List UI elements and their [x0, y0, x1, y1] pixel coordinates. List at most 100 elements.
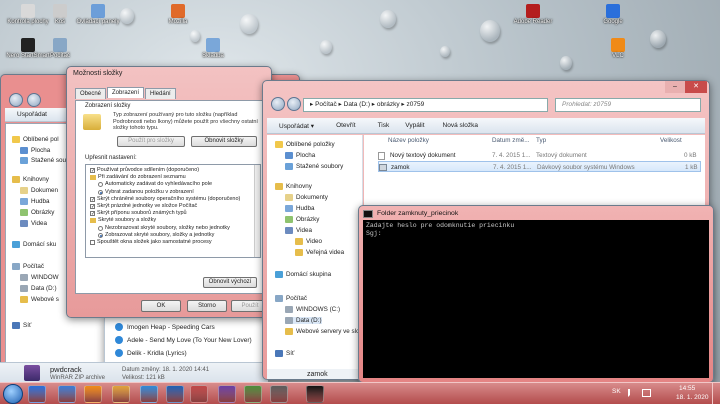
nav-libraries[interactable]: Knihovny — [12, 176, 49, 183]
desktop-icon[interactable]: Mozilla — [150, 4, 206, 26]
setting-row[interactable]: ✓ Skrýt chráněné soubory operačního systé… — [90, 196, 260, 203]
taskbar-app-icon[interactable] — [28, 385, 46, 403]
setting-row[interactable]: Spouštět okna složek jako samostatné pro… — [90, 239, 260, 246]
nav-homegroup[interactable]: Domácí skupina — [275, 271, 331, 278]
start-button[interactable] — [3, 384, 23, 404]
nav-music[interactable]: Hudba — [285, 205, 315, 212]
file-row[interactable]: Nový textový dokument 7. 4. 2015 1... Te… — [378, 150, 701, 161]
tab-general[interactable]: Obecné — [75, 88, 107, 99]
nav-computer[interactable]: Počítač — [12, 263, 44, 270]
console-window[interactable]: Folder zamknuty_priecinok Zadajte heslo … — [358, 205, 714, 383]
back-button[interactable] — [271, 97, 285, 111]
nav-web-servers[interactable]: Webové servery ve slož — [285, 328, 363, 335]
column-name[interactable]: Název položky — [388, 137, 429, 144]
taskbar-app-icon[interactable] — [218, 385, 236, 403]
file-row-selected[interactable]: zamok 7. 4. 2015 1... Dávkový soubor sys… — [378, 161, 701, 172]
new-folder-button[interactable]: Nová složka — [443, 122, 478, 129]
checkbox[interactable]: ✓ — [90, 196, 95, 202]
taskbar-app-icon[interactable] — [306, 385, 324, 403]
nav-music[interactable]: Hudba — [20, 198, 50, 205]
nav-desktop[interactable]: Plocha — [285, 152, 315, 159]
taskbar-app-icon[interactable] — [270, 385, 288, 403]
desktop-icon[interactable]: VLC — [590, 38, 646, 60]
nav-documents[interactable]: Dokumen — [20, 187, 58, 194]
taskbar-app-icon[interactable] — [84, 385, 102, 403]
nav-videos[interactable]: Videa — [285, 227, 312, 234]
nav-public-videos[interactable]: Veřejná videa — [295, 249, 344, 256]
nav-web-servers[interactable]: Webové s — [20, 296, 59, 303]
nav-libraries[interactable]: Knihovny — [275, 183, 312, 190]
scrollbar[interactable] — [254, 165, 260, 257]
list-item[interactable]: Adele - Send My Love (To Your New Lover) — [115, 336, 252, 344]
taskbar-app-icon[interactable] — [166, 385, 184, 403]
nav-favorites[interactable]: Oblíbené pol — [12, 136, 59, 143]
show-desktop-button[interactable] — [712, 383, 720, 404]
taskbar-app-icon[interactable] — [190, 385, 208, 403]
nav-pictures[interactable]: Obrázky — [285, 216, 319, 223]
nav-downloads[interactable]: Stažené sou — [20, 157, 66, 164]
search-input[interactable]: Prohledat: z0759 — [555, 98, 701, 112]
nav-network[interactable]: Síť — [275, 350, 294, 357]
close-button[interactable]: ✕ — [685, 81, 707, 93]
checkbox[interactable]: ✓ — [90, 211, 95, 217]
nav-network[interactable]: Síť — [12, 322, 31, 329]
cancel-button[interactable]: Storno — [187, 300, 227, 312]
nav-homegroup[interactable]: Domácí sku — [12, 241, 56, 248]
column-size[interactable]: Velikost — [660, 137, 682, 144]
back-button[interactable] — [9, 93, 23, 107]
list-item[interactable]: Imogen Heap - Speeding Cars — [115, 323, 215, 331]
checkbox[interactable]: ✓ — [90, 168, 95, 174]
nav-desktop[interactable]: Plocha — [20, 147, 50, 154]
radio-button[interactable] — [98, 232, 103, 238]
burn-button[interactable]: Vypálit — [405, 122, 424, 129]
forward-button[interactable] — [287, 97, 301, 111]
organize-button[interactable]: Uspořádat — [17, 111, 47, 118]
nav-videos[interactable]: Videa — [20, 220, 47, 227]
advanced-settings-list[interactable]: ✓ Používat průvodce sdílením (doporučeno)… — [85, 164, 261, 258]
apply-to-folders-button[interactable]: Použít pro složky — [117, 136, 185, 147]
radio-button[interactable] — [98, 182, 103, 188]
nav-drive-d[interactable]: Data (D:) — [20, 285, 57, 292]
nav-video-folder[interactable]: Video — [295, 238, 322, 245]
taskbar-app-icon[interactable] — [112, 385, 130, 403]
list-item[interactable]: Delik - Kridla (Lyrics) — [115, 349, 187, 357]
nav-drive-d[interactable]: Data (D:) — [285, 317, 322, 324]
desktop-icon[interactable]: Ovládací panely — [70, 4, 126, 26]
radio-button[interactable] — [98, 225, 103, 231]
nav-pictures[interactable]: Obrázky — [20, 209, 54, 216]
desktop-icon[interactable]: Adobe Reader — [505, 4, 561, 26]
nav-favorites[interactable]: Oblíbené položky — [275, 141, 335, 148]
tray-arrow-icon[interactable] — [628, 389, 636, 397]
tab-view[interactable]: Zobrazení — [107, 87, 145, 98]
ok-button[interactable]: OK — [141, 300, 181, 312]
folder-options-dialog[interactable]: Možnosti složky Obecné Zobrazení Hledání… — [66, 66, 272, 318]
nav-drive-c[interactable]: WINDOW — [20, 274, 59, 281]
radio-button[interactable] — [98, 189, 103, 195]
open-button[interactable]: Otevřít — [336, 122, 356, 129]
print-button[interactable]: Tisk — [378, 122, 390, 129]
checkbox[interactable]: ✓ — [90, 204, 95, 210]
column-type[interactable]: Typ — [536, 137, 546, 144]
restore-defaults-button[interactable]: Obnovit výchozí — [203, 277, 257, 288]
clock-time[interactable]: 14:55 — [679, 385, 695, 392]
address-bar[interactable]: ▸ Počítač ▸ Data (D:) ▸ obrázky ▸ z0759 — [303, 98, 548, 112]
network-tray-icon[interactable] — [642, 389, 651, 397]
forward-button[interactable] — [27, 93, 41, 107]
column-date[interactable]: Datum změ... — [492, 137, 529, 144]
setting-row[interactable]: Zobrazovat skryté soubory, složky a jedn… — [90, 232, 260, 239]
setting-row[interactable]: ✓ Skrýt příponu souborů známých typů — [90, 210, 260, 217]
checkbox[interactable] — [90, 239, 95, 245]
nav-documents[interactable]: Dokumenty — [285, 194, 328, 201]
desktop-icon[interactable]: Počítač — [32, 38, 88, 60]
nav-drive-c[interactable]: WINDOWS (C:) — [285, 306, 340, 313]
desktop-icon[interactable]: Google — [585, 4, 641, 26]
setting-row[interactable]: ✓ Používat průvodce sdílením (doporučeno) — [90, 167, 260, 174]
organize-button[interactable]: Uspořádat ▾ — [279, 122, 314, 130]
reset-folders-button[interactable]: Obnovit složky — [191, 136, 257, 147]
nav-computer[interactable]: Počítač — [275, 295, 307, 302]
desktop-icon[interactable]: Skladba — [185, 38, 241, 60]
tab-search[interactable]: Hledání — [145, 88, 176, 99]
language-indicator[interactable]: SK — [612, 388, 621, 395]
taskbar-app-icon[interactable] — [244, 385, 262, 403]
clock-date[interactable]: 18. 1. 2020 — [676, 394, 709, 401]
